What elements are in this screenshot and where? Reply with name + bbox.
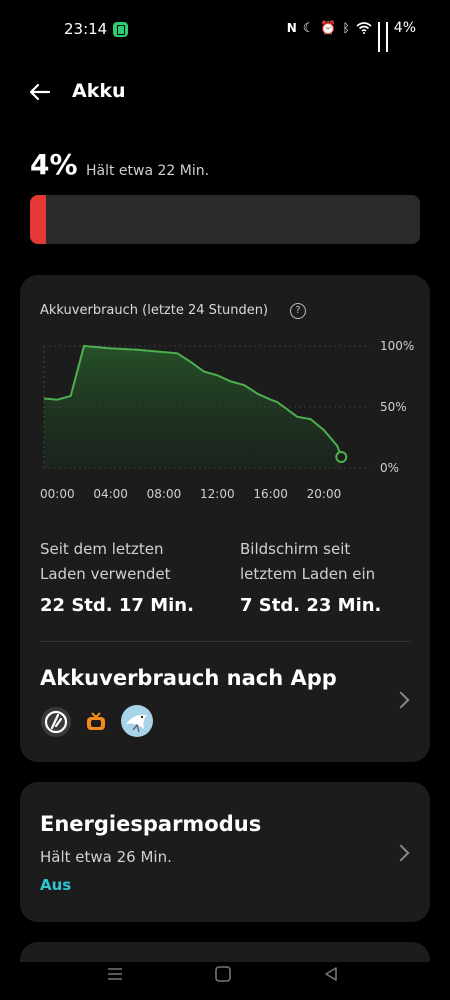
battery-remaining: Hält etwa 22 Min.	[86, 163, 210, 179]
app-usage-row[interactable]	[20, 642, 430, 760]
status-icons: N ☾ ⏰ ᛒ 4%	[286, 20, 416, 52]
since-charge-value: 22 Std. 17 Min.	[40, 595, 194, 616]
chart-title: Akkuverbrauch (letzte 24 Stunden)	[40, 303, 269, 318]
battery-level-fill	[30, 195, 46, 244]
signal-icon	[385, 22, 388, 52]
page-title: Akku	[72, 80, 126, 102]
chart-y-tick-label: 50%	[380, 400, 407, 414]
app-usage-title: Akkuverbrauch nach App	[40, 666, 337, 690]
back-arrow-icon[interactable]	[28, 80, 52, 104]
chart-x-tick-label: 08:00	[147, 487, 182, 501]
status-time: 23:14	[64, 20, 108, 38]
notification-app-icon	[113, 22, 128, 37]
navigation-bar	[0, 962, 450, 1000]
app-icon-bird	[121, 705, 153, 737]
since-charge-label-2: Laden verwendet	[40, 565, 171, 583]
since-charge-label-1: Seit dem letzten	[40, 540, 164, 558]
signal-icon	[377, 22, 380, 52]
chart-x-tick-label: 16:00	[253, 487, 288, 501]
chart-y-tick-label: 100%	[380, 339, 414, 353]
energy-saver-state: Aus	[40, 876, 72, 894]
chart-x-tick-label: 12:00	[200, 487, 235, 501]
app-icon-a	[41, 707, 71, 737]
chart-x-tick-label: 00:00	[40, 487, 75, 501]
battery-percent: 4%	[30, 148, 78, 181]
moon-icon: ☾	[302, 20, 315, 36]
chart-x-tick-label: 20:00	[307, 487, 342, 501]
status-battery-text: 4%	[393, 20, 416, 36]
menu-icon[interactable]	[106, 966, 124, 982]
chart-x-tick-label: 04:00	[93, 487, 128, 501]
energy-saver-title: Energiesparmodus	[40, 812, 262, 836]
battery-usage-chart: 100% 50% 0% 00:00 04:00 08:00 12:00 16:00 20:00	[40, 339, 414, 501]
home-icon[interactable]	[214, 965, 232, 983]
app-icon-tv	[81, 707, 111, 737]
battery-level-bar	[30, 195, 420, 244]
chart-end-point	[335, 451, 348, 463]
help-icon[interactable]: ?	[290, 303, 306, 319]
nfc-icon: N	[286, 21, 297, 35]
screen-on-label-1: Bildschirm seit	[240, 540, 351, 558]
energy-saver-remaining: Hält etwa 26 Min.	[40, 848, 172, 866]
bluetooth-icon: ᛒ	[342, 21, 350, 35]
alarm-icon: ⏰	[320, 20, 337, 36]
screen-on-value: 7 Std. 23 Min.	[240, 595, 382, 616]
back-icon[interactable]	[322, 965, 340, 983]
chart-y-tick-label: 0%	[380, 461, 399, 475]
screen-on-label-2: letztem Laden ein	[240, 565, 376, 583]
wifi-icon	[356, 22, 372, 34]
